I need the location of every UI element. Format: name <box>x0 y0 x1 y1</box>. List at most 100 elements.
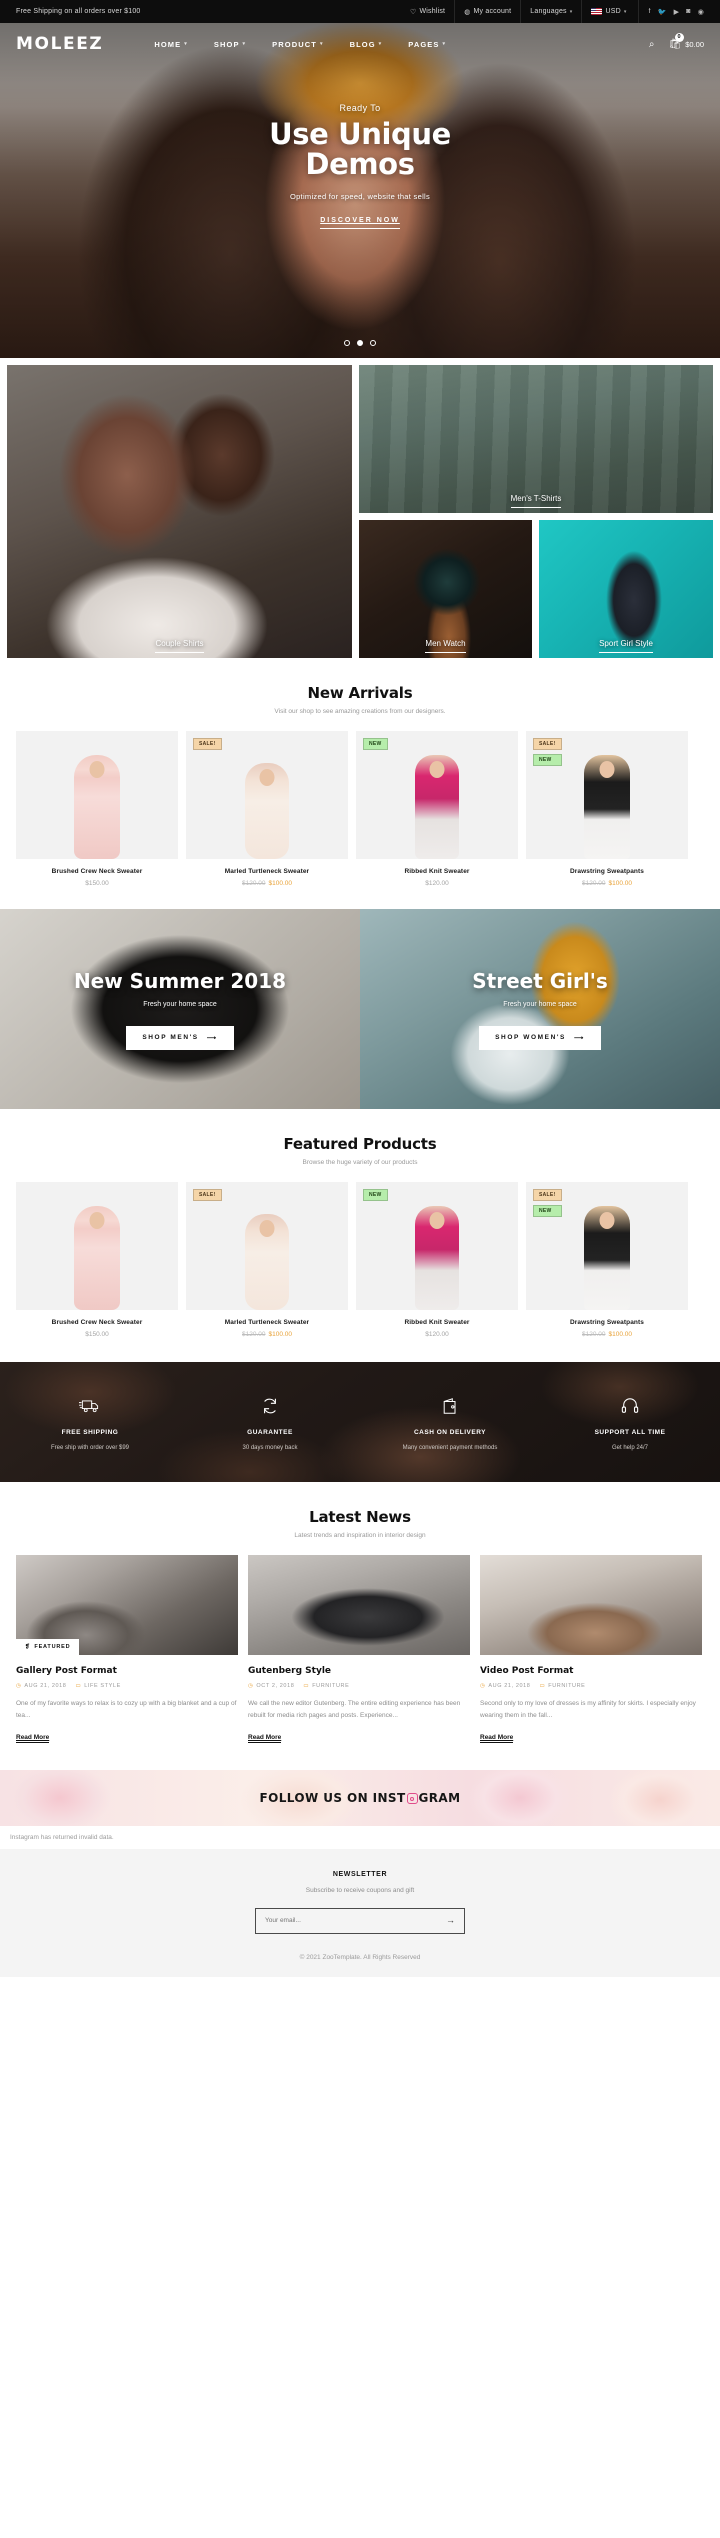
shop-womens-button[interactable]: SHOP WOMEN'S ⟶ <box>479 1025 601 1050</box>
nav-item-product[interactable]: PRODUCT ▾ <box>259 40 336 49</box>
post-excerpt: We call the new editor Gutenberg. The en… <box>248 1700 461 1720</box>
hero-kicker: Ready To <box>339 103 381 113</box>
latest-news-section: Latest News Latest trends and inspiratio… <box>0 1482 720 1744</box>
category-text: FURNITURE <box>548 1683 586 1689</box>
product-card[interactable]: SALE! Marled Turtleneck Sweater $120.00 $… <box>186 731 348 887</box>
post-excerpt: One of my favorite ways to relax is to c… <box>16 1700 237 1720</box>
chevron-down-icon: ▾ <box>569 8 573 15</box>
product-card[interactable]: SALE! NEW Drawstring Sweatpants $120.00 $… <box>526 731 688 887</box>
chevron-down-icon: ▾ <box>184 41 188 47</box>
read-more-link[interactable]: Read More <box>16 1734 50 1743</box>
folder-icon: ▭ <box>539 1683 546 1689</box>
slider-dot-1[interactable] <box>344 340 350 346</box>
product-photo-figure <box>74 1206 120 1310</box>
slider-dots <box>0 340 720 346</box>
date-text: AUG 21, 2018 <box>488 1683 531 1689</box>
product-card[interactable]: SALE! Marled Turtleneck Sweater $120.00 $… <box>186 1182 348 1338</box>
product-name: Ribbed Knit Sweater <box>404 868 470 875</box>
nav-item-pages[interactable]: PAGES ▾ <box>395 40 459 49</box>
category-card-mens-tshirts[interactable]: Men's T-Shirts <box>359 365 713 513</box>
service-title: SUPPORT ALL TIME <box>594 1428 666 1436</box>
promo-banner-mens[interactable]: New Summer 2018 Fresh your home space SH… <box>0 909 360 1109</box>
post-thumbnail <box>248 1555 470 1655</box>
section-subtitle: Browse the huge variety of our products <box>302 1159 418 1166</box>
email-input[interactable] <box>265 1917 446 1925</box>
discover-now-button[interactable]: DISCOVER NOW <box>320 217 400 229</box>
currency-selector[interactable]: USD ▾ <box>581 0 635 23</box>
service-text: Many convenient payment methods <box>402 1444 498 1451</box>
post-thumbnail: ❡ FEATURED <box>16 1555 238 1655</box>
wishlist-link[interactable]: ♡ Wishlist <box>401 0 454 23</box>
site-logo[interactable]: MOLEEZ <box>16 34 103 54</box>
shop-mens-button[interactable]: SHOP MEN'S ⟶ <box>126 1025 234 1050</box>
folder-icon: ▭ <box>303 1683 310 1689</box>
chevron-down-icon: ▾ <box>442 41 447 47</box>
my-account-link[interactable]: ◍ My account <box>454 0 520 23</box>
main-navbar: MOLEEZ HOME ▾ SHOP ▾ PRODUCT ▾ BLOG ▾ PAGES ▾… <box>0 23 720 65</box>
truck-icon <box>0 1394 180 1418</box>
blog-post-card[interactable]: Video Post Format ◷ AUG 21, 2018 ▭ FURNITU… <box>480 1555 702 1744</box>
product-name: Brushed Crew Neck Sweater <box>51 868 143 875</box>
slider-dot-3[interactable] <box>370 340 376 346</box>
currency-label: USD <box>605 8 621 15</box>
sale-badge: SALE! <box>533 1189 562 1201</box>
category-banner-grid: Couple Shirts Men's T-Shirts Men Watch S… <box>0 358 720 658</box>
category-caption: Men Watch <box>359 639 532 653</box>
product-card[interactable]: NEW Ribbed Knit Sweater $120.00 <box>356 1182 518 1338</box>
nav-label: PAGES <box>408 39 440 49</box>
product-card[interactable]: Brushed Crew Neck Sweater $150.00 <box>16 731 178 887</box>
post-title[interactable]: Gutenberg Style <box>248 1666 470 1676</box>
product-image <box>16 1182 178 1310</box>
sale-badge: SALE! <box>193 1189 222 1201</box>
post-category: ▭ FURNITURE <box>539 1683 585 1689</box>
nav-item-blog[interactable]: BLOG ▾ <box>337 40 396 49</box>
service-text: 30 days money back <box>242 1444 298 1451</box>
social-links: f 🐦 ▶ ◙ ◉ <box>637 0 704 23</box>
product-card[interactable]: SALE! NEW Drawstring Sweatpants $120.00 $… <box>526 1182 688 1338</box>
services-bar: FREE SHIPPING Free ship with order over … <box>0 1362 720 1482</box>
account-label: My account <box>473 8 512 15</box>
category-card-couple-shirts[interactable]: Couple Shirts <box>7 365 352 658</box>
language-selector[interactable]: Languages ▾ <box>520 0 581 23</box>
product-name: Drawstring Sweatpants <box>570 1319 644 1326</box>
newsletter-form: → <box>255 1907 465 1934</box>
product-card[interactable]: Brushed Crew Neck Sweater $150.00 <box>16 1182 178 1338</box>
product-photo-figure <box>415 755 459 859</box>
promo-content: Street Girl's Fresh your home space SHOP… <box>360 909 720 1109</box>
blog-post-card[interactable]: Gutenberg Style ◷ OCT 2, 2018 ▭ FURNITURE … <box>248 1555 470 1744</box>
instagram-icon[interactable]: ◙ <box>686 8 690 15</box>
service-title: FREE SHIPPING <box>61 1428 119 1436</box>
read-more-link[interactable]: Read More <box>480 1734 514 1743</box>
instagram-heading[interactable]: FOLLOW US ON INST GRAM <box>0 1770 720 1826</box>
category-label: Sport Girl Style <box>599 639 653 653</box>
category-card-men-watch[interactable]: Men Watch <box>359 520 532 658</box>
blog-post-card[interactable]: ❡ FEATURED Gallery Post Format ◷ AUG 21, … <box>16 1555 238 1744</box>
sale-badge: SALE! <box>533 738 562 750</box>
search-icon[interactable]: ⌕ <box>649 39 655 50</box>
price-regular: $120.00 <box>425 880 449 887</box>
promo-banner-womens[interactable]: Street Girl's Fresh your home space SHOP… <box>360 909 720 1109</box>
price-regular: $150.00 <box>85 880 109 887</box>
post-title[interactable]: Video Post Format <box>480 1666 702 1676</box>
youtube-icon[interactable]: ▶ <box>674 8 680 16</box>
pinterest-icon[interactable]: ◉ <box>698 8 704 16</box>
chevron-down-icon: ▾ <box>378 41 383 47</box>
post-title[interactable]: Gallery Post Format <box>16 1666 238 1676</box>
newsletter-submit-button[interactable]: → <box>446 1916 455 1925</box>
category-caption: Sport Girl Style <box>539 639 713 653</box>
facebook-icon[interactable]: f <box>649 8 651 15</box>
slider-dot-2[interactable] <box>357 340 363 346</box>
language-label: Languages <box>530 8 567 15</box>
product-image: SALE! <box>186 731 348 859</box>
product-card[interactable]: NEW Ribbed Knit Sweater $120.00 <box>356 731 518 887</box>
twitter-icon[interactable]: 🐦 <box>658 8 667 16</box>
section-subtitle: Visit our shop to see amazing creations … <box>274 708 446 715</box>
price-regular: $150.00 <box>85 1331 109 1338</box>
cart-button[interactable]: 🛍 0 $0.00 <box>669 32 704 50</box>
read-more-link[interactable]: Read More <box>248 1734 282 1743</box>
nav-item-shop[interactable]: SHOP ▾ <box>201 40 259 49</box>
product-photo-figure <box>74 755 120 859</box>
post-meta: ◷ AUG 21, 2018 ▭ FURNITURE <box>480 1683 702 1689</box>
nav-item-home[interactable]: HOME ▾ <box>141 40 201 49</box>
category-card-sport-girl-style[interactable]: Sport Girl Style <box>539 520 713 658</box>
